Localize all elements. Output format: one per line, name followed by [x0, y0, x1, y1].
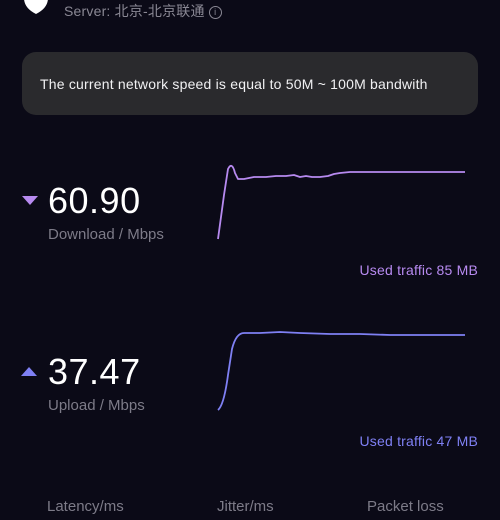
download-arrow-icon: [22, 196, 38, 205]
upload-traffic-label: Used traffic 47 MB: [359, 433, 478, 449]
speed-summary-banner: The current network speed is equal to 50…: [22, 52, 478, 115]
download-unit-label: Download / Mbps: [48, 226, 164, 243]
server-label: Server: 北京-北京联通: [64, 3, 205, 19]
download-traffic-label: Used traffic 85 MB: [359, 262, 478, 278]
latency-label: Latency/ms: [47, 498, 124, 515]
speed-summary-text: The current network speed is equal to 50…: [40, 75, 428, 92]
upload-speed-value: 37.47: [48, 351, 141, 392]
download-speed-value: 60.90: [48, 180, 141, 221]
shield-logo-icon: [22, 0, 50, 21]
download-speed-graph: [217, 164, 465, 240]
packet-loss-label: Packet loss: [367, 498, 444, 515]
info-icon[interactable]: i: [208, 6, 222, 19]
upload-speed-graph: [217, 331, 465, 411]
upload-unit-label: Upload / Mbps: [48, 397, 145, 414]
upload-speed-line: [217, 331, 465, 411]
jitter-label: Jitter/ms: [217, 498, 274, 515]
download-speed-line: [217, 164, 465, 240]
upload-arrow-icon: [21, 367, 37, 376]
server-info[interactable]: Server: 北京-北京联通 i: [64, 1, 222, 21]
